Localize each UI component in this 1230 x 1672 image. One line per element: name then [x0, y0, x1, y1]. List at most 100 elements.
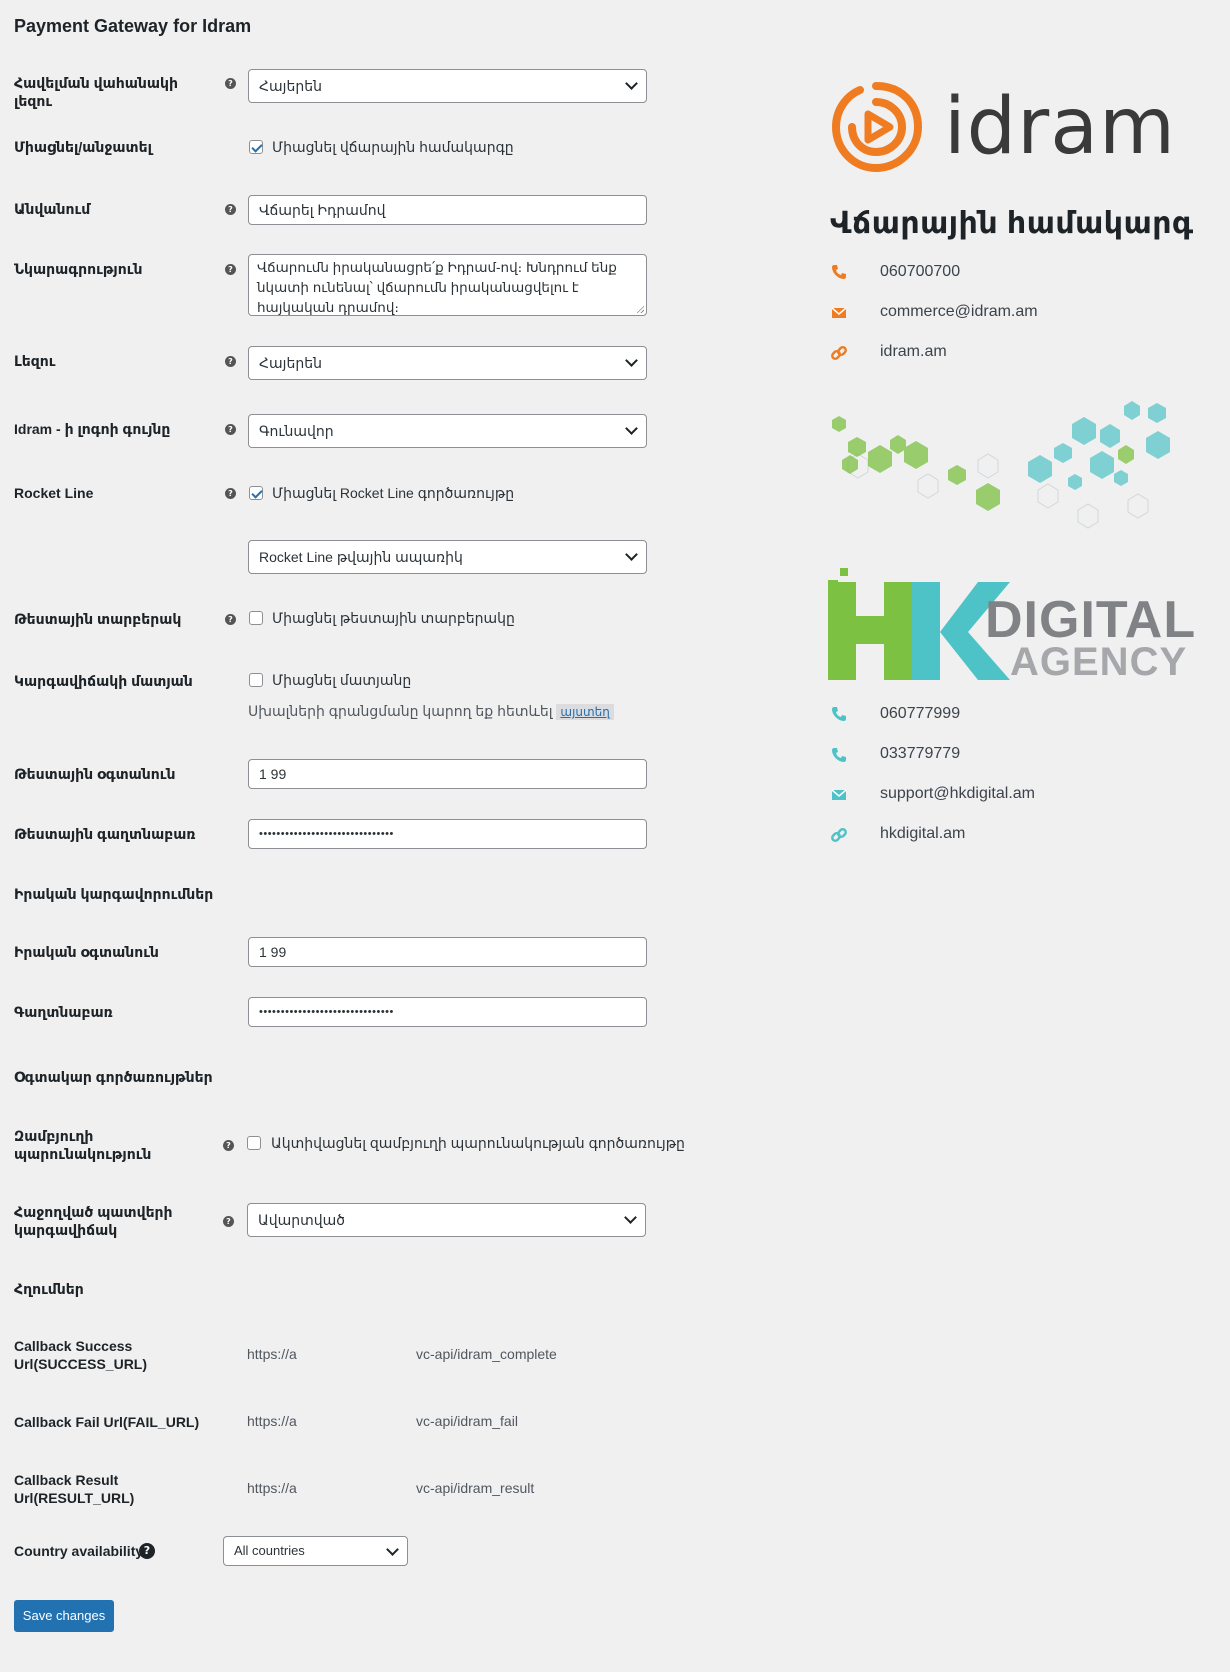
enable-checkbox[interactable] [249, 140, 263, 154]
label-order-status: Հաջողված պատվերի կարգավիճակ [14, 1203, 214, 1239]
help-icon[interactable]: ? [225, 264, 236, 275]
label-order-status-line2: կարգավիճակ [14, 1222, 118, 1238]
chevron-down-icon [625, 548, 638, 561]
hexagon-pattern-image [832, 401, 1170, 529]
title-input[interactable]: Վճարել Իդրամով [248, 195, 647, 225]
checkout-language-select[interactable]: Հայերեն [248, 69, 647, 103]
sidebar-heading: Վճարային համակարգ [830, 207, 1194, 240]
live-username-input[interactable]: 1 99 [248, 937, 647, 967]
label-result-url-line2: Url(RESULT_URL) [14, 1490, 135, 1506]
contact-item [830, 826, 848, 849]
idram-logo-text: idram [944, 82, 1177, 172]
help-icon[interactable]: ? [225, 614, 236, 625]
fail-url-start: https://a [247, 1413, 297, 1429]
logo-color-value: Գունավոր [259, 423, 334, 439]
label-result-url-line1: Callback Result [14, 1472, 119, 1488]
hk-website[interactable]: hkdigital.am [880, 825, 965, 843]
debug-log-checkbox-label[interactable]: Միացնել մատյանը [272, 672, 411, 689]
label-fail-url: Callback Fail Url(FAIL_URL) [14, 1414, 200, 1430]
contact-item [830, 344, 848, 367]
label-description: Նկարագրություն [14, 261, 143, 277]
label-cart-content-line2: պարունակություն [14, 1146, 152, 1162]
section-links: Հղումներ [14, 1281, 84, 1297]
section-live-settings: Իրական կարգավորումներ [14, 886, 214, 902]
debug-log-note: Սխալների գրանցմանը կարող եք հետևել այստե… [248, 703, 614, 720]
help-icon[interactable]: ? [225, 78, 236, 89]
hk-logo-line2: AGENCY [1010, 640, 1188, 684]
label-country-availability: Country availability [14, 1543, 144, 1559]
order-status-value: Ավարտված [258, 1212, 345, 1228]
phone-icon [832, 707, 846, 721]
label-cart-content: Զամբյուղի պարունակություն [14, 1127, 214, 1163]
label-logo-color: Idram - ի լոգոի գույնը [14, 421, 171, 437]
result-url-end: vc-api/idram_result [416, 1480, 535, 1496]
contact-item [830, 786, 848, 809]
idram-phone[interactable]: 060700700 [880, 263, 960, 281]
enable-checkbox-label[interactable]: Միացնել վճարային համակարգը [272, 139, 514, 156]
order-status-select[interactable]: Ավարտված [247, 1203, 646, 1237]
link-icon [831, 828, 847, 842]
success-url-end: vc-api/idram_complete [416, 1346, 557, 1362]
contact-item [830, 705, 848, 728]
label-success-url-line2: Url(SUCCESS_URL) [14, 1356, 148, 1372]
help-icon[interactable]: ? [225, 356, 236, 367]
country-availability-value: All countries [234, 1543, 305, 1558]
contact-item [830, 304, 848, 327]
label-test-username: Թեստային օգտանուն [14, 766, 176, 782]
description-textarea[interactable]: Վճարումն իրականացրե՛ք Իդրամ-ով։ Խնդրում … [248, 254, 647, 316]
label-enable: Միացնել/անջատել [14, 139, 152, 155]
help-icon[interactable]: ? [223, 1216, 234, 1227]
label-result-url: Callback Result Url(RESULT_URL) [14, 1471, 214, 1507]
save-changes-button[interactable]: Save changes [14, 1600, 114, 1632]
language-value: Հայերեն [259, 355, 322, 371]
debug-log-note-text: Սխալների գրանցմանը կարող եք հետևել [248, 703, 553, 719]
section-useful-features: Օգտակար գործառույթներ [14, 1069, 213, 1085]
test-mode-checkbox-label[interactable]: Միացնել թեստային տարբերակը [272, 610, 515, 627]
contact-item [830, 263, 848, 286]
phone-icon [832, 265, 846, 279]
hk-phone-1[interactable]: 060777999 [880, 705, 960, 723]
label-title: Անվանում [14, 201, 91, 217]
idram-email[interactable]: commerce@idram.am [880, 303, 1038, 321]
logo-color-select[interactable]: Գունավոր [248, 414, 647, 448]
cart-content-checkbox[interactable] [247, 1136, 261, 1150]
debug-log-link[interactable]: այստեղ [556, 704, 614, 720]
label-debug-log: Կարգավիճակի մատյան [14, 673, 193, 689]
fail-url-end: vc-api/idram_fail [416, 1413, 518, 1429]
envelope-icon [831, 789, 847, 800]
label-success-url: Callback Success Url(SUCCESS_URL) [14, 1337, 214, 1373]
chevron-down-icon [625, 422, 638, 435]
page-title: Payment Gateway for Idram [14, 16, 252, 36]
checkout-language-value: Հայերեն [259, 78, 322, 94]
debug-log-checkbox[interactable] [249, 673, 263, 687]
rocket-line-checkbox-label[interactable]: Միացնել Rocket Line գործառույթը [272, 485, 514, 502]
hk-email[interactable]: support@hkdigital.am [880, 785, 1035, 803]
country-availability-select[interactable]: All countries [223, 1536, 408, 1566]
cart-content-checkbox-label[interactable]: Ակտիվացնել զամբյուղի պարունակության գործ… [271, 1135, 685, 1152]
rocket-line-select[interactable]: Rocket Line թվային ապառիկ [248, 540, 647, 574]
hk-phone-2[interactable]: 033779779 [880, 745, 960, 763]
help-icon[interactable]: ? [223, 1140, 234, 1151]
test-password-input[interactable]: ••••••••••••••••••••••••••••••• [248, 819, 647, 849]
contact-item [830, 746, 848, 769]
label-language: Լեզու [14, 353, 56, 369]
idram-logo-mark [831, 82, 923, 173]
language-select[interactable]: Հայերեն [248, 346, 647, 380]
help-icon[interactable]: ? [225, 204, 236, 215]
description-text: Վճարումն իրականացրե՛ք Իդրամ-ով։ Խնդրում … [257, 260, 617, 315]
rocket-line-checkbox[interactable] [249, 486, 263, 500]
help-icon[interactable]: ? [139, 1543, 155, 1559]
resize-grip-icon[interactable] [636, 305, 644, 313]
help-icon[interactable]: ? [225, 488, 236, 499]
idram-website[interactable]: idram.am [880, 343, 947, 361]
phone-icon [832, 748, 846, 762]
test-username-input[interactable]: 1 99 [248, 759, 647, 789]
help-icon[interactable]: ? [225, 424, 236, 435]
test-mode-checkbox[interactable] [249, 611, 263, 625]
label-success-url-line1: Callback Success [14, 1338, 133, 1354]
success-url-start: https://a [247, 1346, 297, 1362]
label-live-username: Իրական օգտանուն [14, 944, 159, 960]
label-test-password: Թեստային գաղտնաբառ [14, 826, 196, 842]
live-password-input[interactable]: ••••••••••••••••••••••••••••••• [248, 997, 647, 1027]
chevron-down-icon [625, 77, 638, 90]
